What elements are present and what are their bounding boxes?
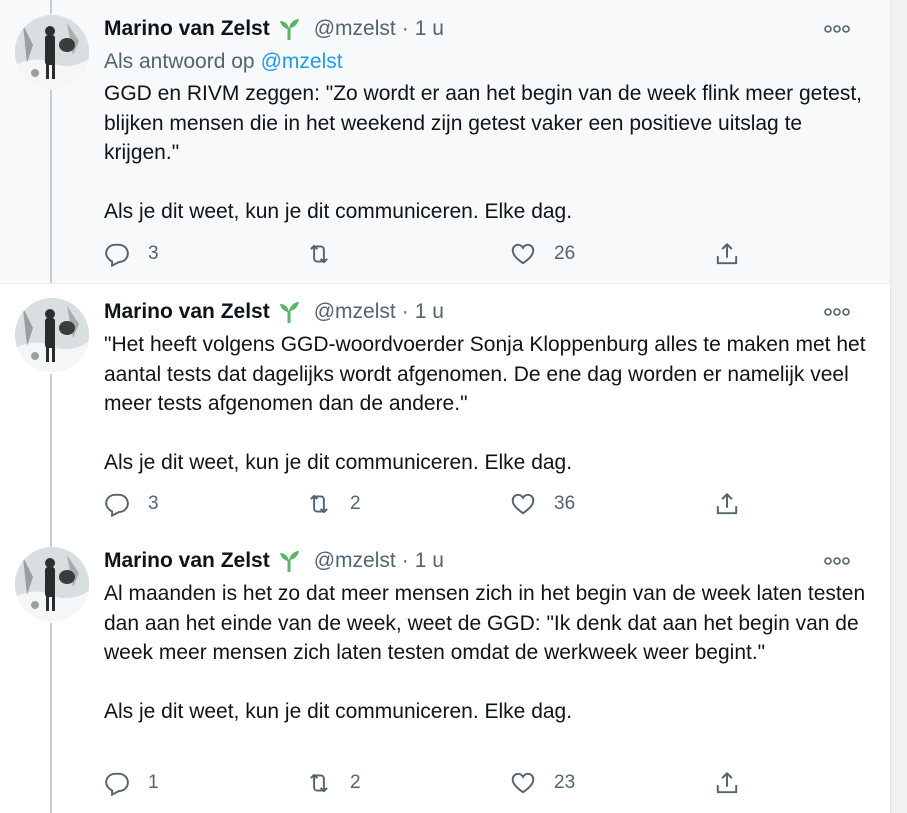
retweet-button[interactable]: 2 — [306, 765, 361, 801]
reply-prefix: Als antwoord op — [104, 50, 255, 73]
heart-icon — [511, 493, 535, 515]
separator-dot: · — [401, 17, 409, 40]
separator-dot: · — [401, 300, 409, 323]
like-count: 26 — [554, 243, 576, 264]
seedling-icon — [276, 548, 302, 574]
share-icon — [716, 493, 738, 515]
tweet-paragraph: Als je dit weet, kun je dit communiceren… — [104, 199, 573, 223]
tweet-thread: Marino van Zelst @mzelst · 1 u Als antwo… — [0, 0, 890, 813]
thread-connector-line — [50, 533, 52, 547]
retweet-button[interactable]: 2 — [306, 486, 361, 522]
reply-button[interactable]: 1 — [104, 765, 159, 801]
tweet[interactable]: Marino van Zelst @mzelst · 1 u Als antwo… — [0, 0, 890, 283]
tweet-actions: 3 26 — [104, 236, 764, 272]
timestamp[interactable]: 1 u — [415, 17, 444, 41]
author-name[interactable]: Marino van Zelst — [104, 17, 270, 41]
reply-context: Als antwoord op @mzelst — [104, 49, 874, 75]
reply-count: 1 — [148, 772, 159, 793]
mention-link[interactable]: @mzelst — [261, 50, 343, 73]
tweet-paragraph: "Het heeft volgens GGD-woordvoerder Sonj… — [104, 333, 866, 415]
avatar[interactable] — [15, 547, 89, 621]
reply-count: 3 — [148, 493, 159, 514]
more-dots-icon[interactable] — [824, 547, 850, 575]
more-dots-icon[interactable] — [824, 298, 850, 326]
tweet-paragraph: GGD en RIVM zeggen: "Zo wordt er aan het… — [104, 82, 863, 164]
separator-dot: · — [401, 549, 409, 572]
reply-icon — [105, 772, 129, 796]
like-button[interactable]: 26 — [510, 236, 575, 272]
tweet-actions: 1 2 23 — [104, 765, 764, 801]
more-dots-icon[interactable] — [824, 15, 850, 43]
avatar[interactable] — [15, 298, 89, 372]
tweet-header: Marino van Zelst @mzelst · 1 u — [104, 298, 874, 326]
like-button[interactable]: 23 — [510, 765, 575, 801]
seedling-icon — [276, 299, 302, 325]
retweet-icon — [310, 773, 328, 793]
reply-button[interactable]: 3 — [104, 236, 159, 272]
thread-connector-line — [50, 623, 52, 813]
author-handle[interactable]: @mzelst — [314, 17, 396, 41]
heart-icon — [511, 772, 535, 794]
timestamp[interactable]: 1 u — [415, 300, 444, 324]
retweet-count: 2 — [350, 772, 361, 793]
tweet-paragraph: Als je dit weet, kun je dit communiceren… — [104, 699, 573, 723]
author-name[interactable]: Marino van Zelst — [104, 300, 270, 324]
scrollbar[interactable] — [890, 0, 907, 813]
reply-icon — [105, 243, 129, 267]
avatar[interactable] — [15, 15, 89, 89]
tweet-header: Marino van Zelst @mzelst · 1 u — [104, 15, 874, 43]
timestamp[interactable]: 1 u — [415, 549, 444, 573]
like-button[interactable]: 36 — [510, 486, 575, 522]
reply-count: 3 — [148, 243, 159, 264]
author-name[interactable]: Marino van Zelst — [104, 549, 270, 573]
tweet[interactable]: Marino van Zelst @mzelst · 1 u "Het heef… — [0, 283, 890, 534]
author-handle[interactable]: @mzelst — [314, 300, 396, 324]
share-button[interactable] — [714, 486, 740, 522]
like-count: 23 — [554, 772, 576, 793]
author-handle[interactable]: @mzelst — [314, 549, 396, 573]
retweet-icon — [310, 494, 328, 514]
retweet-count: 2 — [350, 493, 361, 514]
tweet-paragraph: Al maanden is het zo dat meer mensen zic… — [104, 582, 866, 664]
share-button[interactable] — [714, 236, 740, 272]
thread-connector-line — [50, 374, 52, 534]
share-icon — [716, 772, 738, 794]
share-button[interactable] — [714, 765, 740, 801]
tweet-paragraph: Als je dit weet, kun je dit communiceren… — [104, 450, 573, 474]
retweet-button[interactable] — [306, 236, 350, 272]
tweet-actions: 3 2 36 — [104, 486, 764, 522]
thread-connector-line — [50, 90, 52, 283]
seedling-icon — [276, 16, 302, 42]
tweet-text: Al maanden is het zo dat meer mensen zic… — [104, 579, 874, 726]
reply-button[interactable]: 3 — [104, 486, 159, 522]
thread-connector-line — [50, 0, 52, 14]
tweet-text: "Het heeft volgens GGD-woordvoerder Sonj… — [104, 330, 874, 477]
tweet-header: Marino van Zelst @mzelst · 1 u — [104, 547, 874, 575]
like-count: 36 — [554, 493, 576, 514]
tweet-text: GGD en RIVM zeggen: "Zo wordt er aan het… — [104, 79, 874, 226]
reply-icon — [105, 493, 129, 517]
share-icon — [716, 243, 738, 265]
heart-icon — [511, 243, 535, 265]
tweet[interactable]: Marino van Zelst @mzelst · 1 u Al maande… — [0, 533, 890, 813]
retweet-icon — [310, 244, 328, 264]
